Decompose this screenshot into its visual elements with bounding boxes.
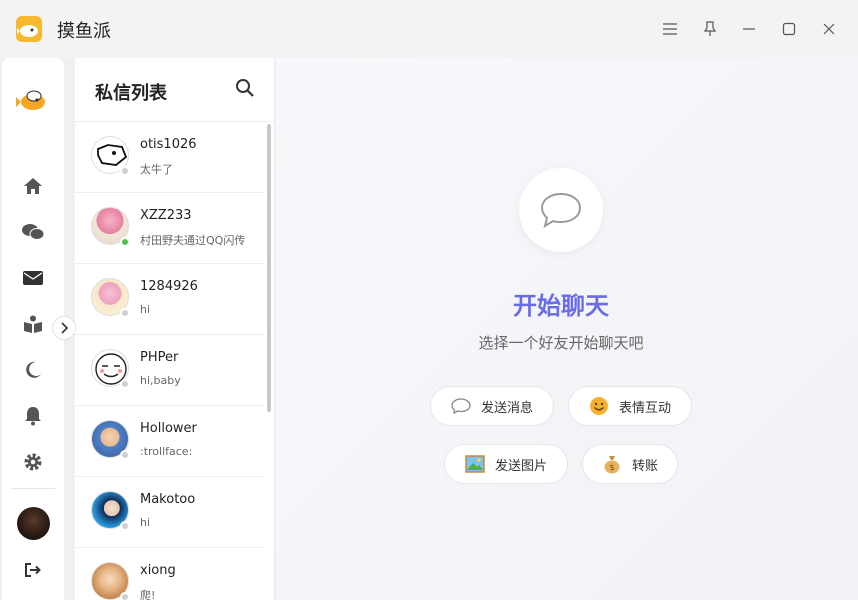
send-message-label: 发送消息 bbox=[480, 400, 533, 416]
main-area: 私信列表 otis1026 太牛了 XZZ233 村田野夫通过QQ闪传 1284… bbox=[0, 58, 858, 600]
conversation-row[interactable]: PHPer hi,baby bbox=[75, 335, 265, 406]
emoji-interaction-button[interactable]: 表情互动 bbox=[568, 386, 692, 426]
speech-bubble-icon bbox=[540, 192, 582, 229]
conversation-row[interactable]: XZZ233 村田野夫通过QQ闪传 bbox=[75, 193, 265, 264]
pin-icon[interactable] bbox=[700, 19, 720, 39]
status-dot bbox=[120, 592, 130, 600]
transfer-label: 转账 bbox=[631, 458, 658, 474]
conversation-last-message: 村田野夫通过QQ闪传 bbox=[140, 234, 246, 247]
chat-placeholder bbox=[519, 168, 603, 252]
conversation-name: Makotoo bbox=[140, 492, 196, 507]
conversation-name: Hollower bbox=[140, 421, 197, 436]
gear-icon[interactable] bbox=[21, 450, 45, 474]
emoji-interaction-label: 表情互动 bbox=[618, 400, 671, 416]
status-dot bbox=[120, 237, 130, 247]
money-bag-icon: $ bbox=[602, 454, 622, 474]
send-image-button[interactable]: 发送图片 bbox=[444, 444, 568, 484]
send-message-button[interactable]: 发送消息 bbox=[430, 386, 554, 426]
send-image-label: 发送图片 bbox=[494, 458, 547, 474]
bell-icon[interactable] bbox=[21, 404, 45, 428]
user-avatar[interactable] bbox=[17, 507, 50, 540]
conversation-row[interactable]: otis1026 太牛了 bbox=[75, 122, 265, 193]
conversation-last-message: :trollface: bbox=[140, 445, 193, 458]
conversation-name: xiong bbox=[140, 563, 176, 578]
home-icon[interactable] bbox=[21, 174, 45, 198]
app-logo-icon bbox=[16, 16, 42, 42]
conversation-list-panel: 私信列表 otis1026 太牛了 XZZ233 村田野夫通过QQ闪传 1284… bbox=[75, 58, 275, 600]
list-header: 私信列表 bbox=[75, 58, 275, 122]
chat-empty-title: 开始聊天 bbox=[513, 292, 609, 320]
smiley-icon bbox=[589, 396, 609, 416]
fish-logo-icon[interactable] bbox=[16, 84, 50, 114]
collapse-toggle-button[interactable] bbox=[52, 316, 76, 340]
conversation-row[interactable]: xiong 爬! bbox=[75, 548, 265, 600]
transfer-button[interactable]: $ 转账 bbox=[582, 444, 678, 484]
mail-icon[interactable] bbox=[21, 266, 45, 290]
conversation-last-message: 爬! bbox=[140, 589, 156, 600]
list-title: 私信列表 bbox=[95, 83, 167, 104]
app-title: 摸鱼派 bbox=[57, 21, 111, 42]
picture-icon bbox=[465, 454, 485, 474]
conversation-name: otis1026 bbox=[140, 137, 197, 152]
conversation-last-message: hi bbox=[140, 303, 151, 316]
svg-text:$: $ bbox=[609, 463, 614, 472]
minimize-icon[interactable] bbox=[739, 19, 759, 39]
conversation-last-message: hi,baby bbox=[140, 374, 181, 387]
chevron-right-icon bbox=[61, 322, 69, 334]
status-dot bbox=[120, 379, 130, 389]
conversation-row[interactable]: 1284926 hi bbox=[75, 264, 265, 335]
title-bar: 摸鱼派 bbox=[0, 0, 858, 58]
chat-bubbles-icon[interactable] bbox=[21, 220, 45, 244]
menu-icon[interactable] bbox=[660, 19, 680, 39]
conversation-rows: otis1026 太牛了 XZZ233 村田野夫通过QQ闪传 1284926 h… bbox=[75, 122, 265, 600]
nav-divider bbox=[11, 488, 55, 489]
close-icon[interactable] bbox=[819, 19, 839, 39]
status-dot bbox=[120, 521, 130, 531]
book-reader-icon[interactable] bbox=[21, 312, 45, 336]
conversation-name: PHPer bbox=[140, 350, 179, 365]
conversation-name: XZZ233 bbox=[140, 208, 192, 223]
speech-bubble-icon bbox=[451, 396, 471, 416]
status-dot bbox=[120, 166, 130, 176]
moon-icon[interactable] bbox=[21, 358, 45, 382]
conversation-row[interactable]: Hollower :trollface: bbox=[75, 406, 265, 477]
chat-empty-subtitle: 选择一个好友开始聊天吧 bbox=[478, 334, 644, 352]
conversation-last-message: hi bbox=[140, 516, 151, 529]
status-dot bbox=[120, 450, 130, 460]
conversation-name: 1284926 bbox=[140, 279, 198, 294]
logout-icon[interactable] bbox=[21, 558, 45, 582]
list-scrollbar[interactable] bbox=[267, 124, 271, 412]
chat-panel: 开始聊天 选择一个好友开始聊天吧 发送消息 表情互动 发送图片 $ 转账 bbox=[276, 58, 858, 600]
maximize-icon[interactable] bbox=[779, 19, 799, 39]
status-dot bbox=[120, 308, 130, 318]
conversation-last-message: 太牛了 bbox=[140, 163, 173, 176]
search-icon[interactable] bbox=[235, 78, 257, 100]
conversation-row[interactable]: Makotoo hi bbox=[75, 477, 265, 548]
